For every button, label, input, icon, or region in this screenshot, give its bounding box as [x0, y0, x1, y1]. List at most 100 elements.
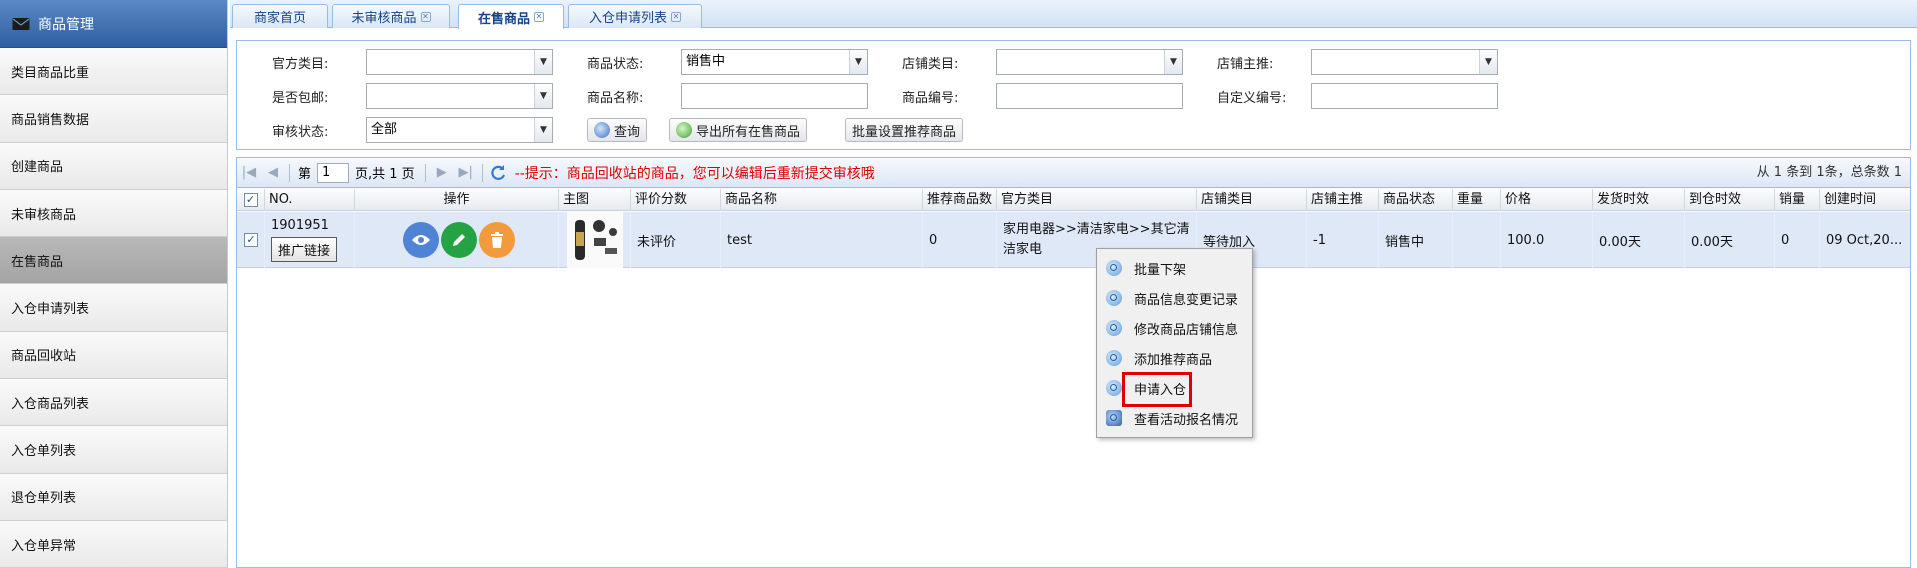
tab-warehouse-requests[interactable]: 入仓申请列表 ✕ [568, 4, 702, 28]
col-sales[interactable]: 销量 [1775, 189, 1820, 211]
edit-button[interactable] [441, 222, 477, 258]
product-name-input[interactable] [681, 83, 868, 109]
table-row[interactable]: ✓ 1901951 推广链接 未评价 test 0 家用电器>>清洁家电>>其它… [237, 212, 1910, 268]
sidebar-item-on-sale[interactable]: 在售商品 [0, 237, 227, 285]
close-icon[interactable]: ✕ [420, 11, 431, 22]
select-all-checkbox[interactable]: ✓ [243, 193, 258, 207]
row-store-featured: -1 [1307, 212, 1379, 268]
menu-item-batch-delist[interactable]: 批量下架 [1097, 253, 1252, 283]
export-button[interactable]: 导出所有在售商品 [669, 118, 808, 142]
official-category-select[interactable]: ▼ [366, 49, 553, 75]
col-weight[interactable]: 重量 [1453, 189, 1501, 211]
free-shipping-label: 是否包邮: [272, 91, 329, 106]
pager-summary: 从 1 条到 1条，总条数 1 [1756, 165, 1902, 180]
col-store-category[interactable]: 店铺类目 [1197, 189, 1307, 211]
first-page-icon[interactable]: |◀ [237, 165, 261, 180]
prev-page-icon[interactable]: ◀ [261, 165, 285, 180]
col-image[interactable]: 主图 [559, 189, 631, 211]
chevron-down-icon[interactable]: ▼ [1164, 50, 1182, 74]
store-category-select[interactable]: ▼ [996, 49, 1183, 75]
store-category-label: 店铺类目: [902, 57, 959, 72]
chevron-down-icon[interactable]: ▼ [534, 50, 552, 74]
trash-icon [491, 232, 503, 248]
close-icon[interactable]: ✕ [671, 11, 681, 22]
col-store-featured[interactable]: 店铺主推 [1307, 189, 1379, 211]
delete-button[interactable] [479, 222, 515, 258]
col-no[interactable]: NO. [265, 189, 355, 211]
product-name-label: 商品名称: [587, 91, 644, 106]
product-status-select[interactable]: 销售中 ▼ [681, 49, 868, 75]
refresh-icon[interactable] [489, 164, 507, 182]
menu-item-change-log[interactable]: 商品信息变更记录 [1097, 283, 1252, 313]
tab-on-sale[interactable]: 在售商品 ✕ [458, 4, 564, 29]
view-button[interactable] [403, 222, 439, 258]
filter-panel: 官方类目: ▼ 商品状态: 销售中 ▼ 店铺类目: ▼ 店铺主推: ▼ 是否包邮:… [236, 40, 1911, 150]
sidebar-item-warehouse-products[interactable]: 入仓商品列表 [0, 379, 227, 427]
sidebar-header-label: 商品管理 [38, 16, 94, 33]
menu-item-edit-store-info[interactable]: 修改商品店铺信息 [1097, 313, 1252, 343]
sidebar-item-sales-data[interactable]: 商品销售数据 [0, 95, 227, 143]
menu-item-add-recommend[interactable]: 添加推荐商品 [1097, 343, 1252, 373]
pager-tip: --提示：商品回收站的商品，您可以编辑后重新提交审核哦 [514, 165, 875, 182]
col-actions[interactable]: 操作 [355, 189, 559, 211]
free-shipping-select[interactable]: ▼ [366, 83, 553, 109]
sidebar-item-warehouse-orders[interactable]: 入仓单列表 [0, 426, 227, 474]
menu-item-view-activity[interactable]: 查看活动报名情况 [1097, 403, 1252, 433]
context-menu: 批量下架 商品信息变更记录 修改商品店铺信息 添加推荐商品 申请入仓 查看活动报… [1096, 248, 1253, 438]
sidebar-item-warehouse-exceptions[interactable]: 入仓单异常 [0, 520, 227, 568]
row-created: 09 Oct,20... [1826, 232, 1903, 248]
store-featured-label: 店铺主推: [1217, 57, 1274, 72]
batch-recommend-button[interactable]: 批量设置推荐商品 [845, 118, 964, 142]
product-code-input[interactable] [996, 83, 1183, 109]
col-rating[interactable]: 评价分数 [631, 189, 721, 211]
eye-icon [412, 235, 430, 245]
magnifier-icon [1106, 320, 1122, 336]
col-name[interactable]: 商品名称 [721, 189, 923, 211]
magnifier-icon [1106, 260, 1122, 276]
col-official-category[interactable]: 官方类目 [997, 189, 1197, 211]
next-page-icon[interactable]: ▶ [430, 165, 454, 180]
sidebar-item-warehouse-requests[interactable]: 入仓申请列表 [0, 284, 227, 332]
promo-link-button[interactable]: 推广链接 [271, 237, 338, 262]
row-checkbox[interactable]: ✓ [244, 233, 258, 247]
col-recommend-count[interactable]: 推荐商品数 [923, 189, 997, 211]
tab-unreviewed[interactable]: 未审核商品 ✕ [332, 4, 450, 28]
sidebar-item-category-weight[interactable]: 类目商品比重 [0, 48, 227, 96]
close-icon[interactable]: ✕ [534, 12, 544, 22]
page-input[interactable]: 1 [317, 162, 350, 183]
sidebar-item-return-orders[interactable]: 退仓单列表 [0, 473, 227, 521]
tab-merchant-home[interactable]: 商家首页 [232, 4, 328, 28]
select-all-cell: ✓ [237, 189, 265, 211]
store-featured-select[interactable]: ▼ [1311, 49, 1498, 75]
product-status-label: 商品状态: [587, 57, 644, 72]
magnifier-icon [1106, 290, 1122, 306]
row-rating: 未评价 [631, 212, 721, 268]
last-page-icon[interactable]: ▶| [454, 165, 478, 180]
col-ship-time[interactable]: 发货时效 [1593, 189, 1685, 211]
sidebar-header[interactable]: 商品管理 [0, 0, 227, 48]
col-status[interactable]: 商品状态 [1379, 189, 1453, 211]
review-status-label: 审核状态: [272, 125, 329, 140]
chevron-down-icon[interactable]: ▼ [1479, 50, 1497, 74]
search-button[interactable]: 查询 [587, 118, 648, 142]
highlight-box [1122, 372, 1192, 407]
chevron-down-icon[interactable]: ▼ [534, 84, 552, 108]
page-prefix: 第 [298, 167, 312, 182]
row-ship-time: 0.00天 [1593, 212, 1685, 268]
grid-header: ✓ NO. 操作 主图 评价分数 商品名称 推荐商品数 官方类目 店铺类目 店铺… [237, 189, 1910, 211]
magnifier-icon [1106, 350, 1122, 366]
sidebar-item-unreviewed[interactable]: 未审核商品 [0, 189, 227, 238]
product-thumbnail[interactable] [567, 212, 623, 268]
col-warehouse-time[interactable]: 到仓时效 [1685, 189, 1775, 211]
sidebar-item-create-product[interactable]: 创建商品 [0, 142, 227, 190]
custom-code-input[interactable] [1311, 83, 1498, 109]
product-code-label: 商品编号: [902, 91, 959, 106]
sidebar-item-recycle-bin[interactable]: 商品回收站 [0, 331, 227, 380]
review-status-select[interactable]: 全部 ▼ [366, 117, 553, 143]
chevron-down-icon[interactable]: ▼ [534, 118, 552, 142]
chevron-down-icon[interactable]: ▼ [849, 50, 867, 74]
col-created[interactable]: 创建时间 [1820, 189, 1912, 211]
col-price[interactable]: 价格 [1501, 189, 1593, 211]
row-no: 1901951 [271, 218, 329, 233]
row-name: test [721, 212, 923, 268]
